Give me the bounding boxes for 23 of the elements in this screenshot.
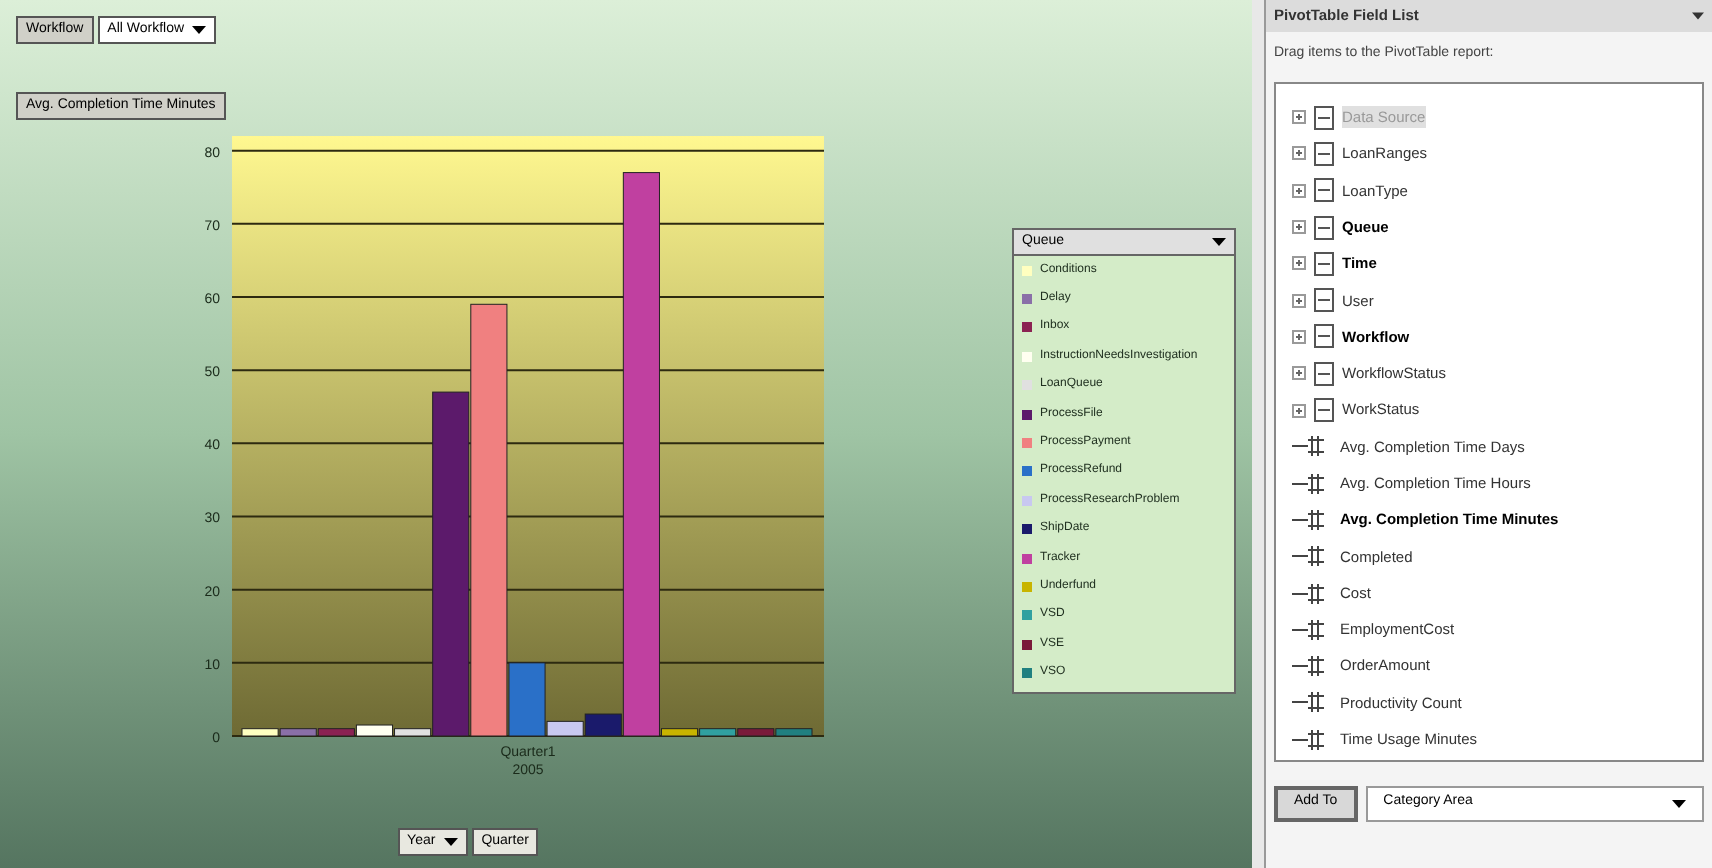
table-field-icon [1314,105,1334,130]
expand-icon[interactable] [1292,366,1306,381]
dropdown-caret-icon [1212,238,1226,246]
table-field-icon [1314,288,1334,313]
dropdown-caret-icon [443,838,458,846]
table-field-icon [1314,141,1334,166]
expand-icon[interactable] [1292,329,1306,344]
expand-icon[interactable] [1292,220,1306,235]
expand-icon[interactable] [1292,256,1306,271]
table-field-icon [1314,398,1334,423]
table-field-icon [1314,251,1334,276]
expand-icon[interactable] [1292,110,1306,125]
dropdown-caret-icon [1672,799,1686,807]
expand-icon[interactable] [1292,183,1306,198]
expand-icon[interactable] [1292,403,1306,418]
table-field-icon [1314,215,1334,240]
expand-icon[interactable] [1292,293,1306,308]
table-field-icon [1314,361,1334,386]
dropdown-caret-icon [192,26,207,34]
table-field-icon [1314,324,1334,349]
expand-icon[interactable] [1292,146,1306,161]
table-field-icon [1314,178,1334,203]
dropdown-caret-icon[interactable] [1692,12,1704,20]
